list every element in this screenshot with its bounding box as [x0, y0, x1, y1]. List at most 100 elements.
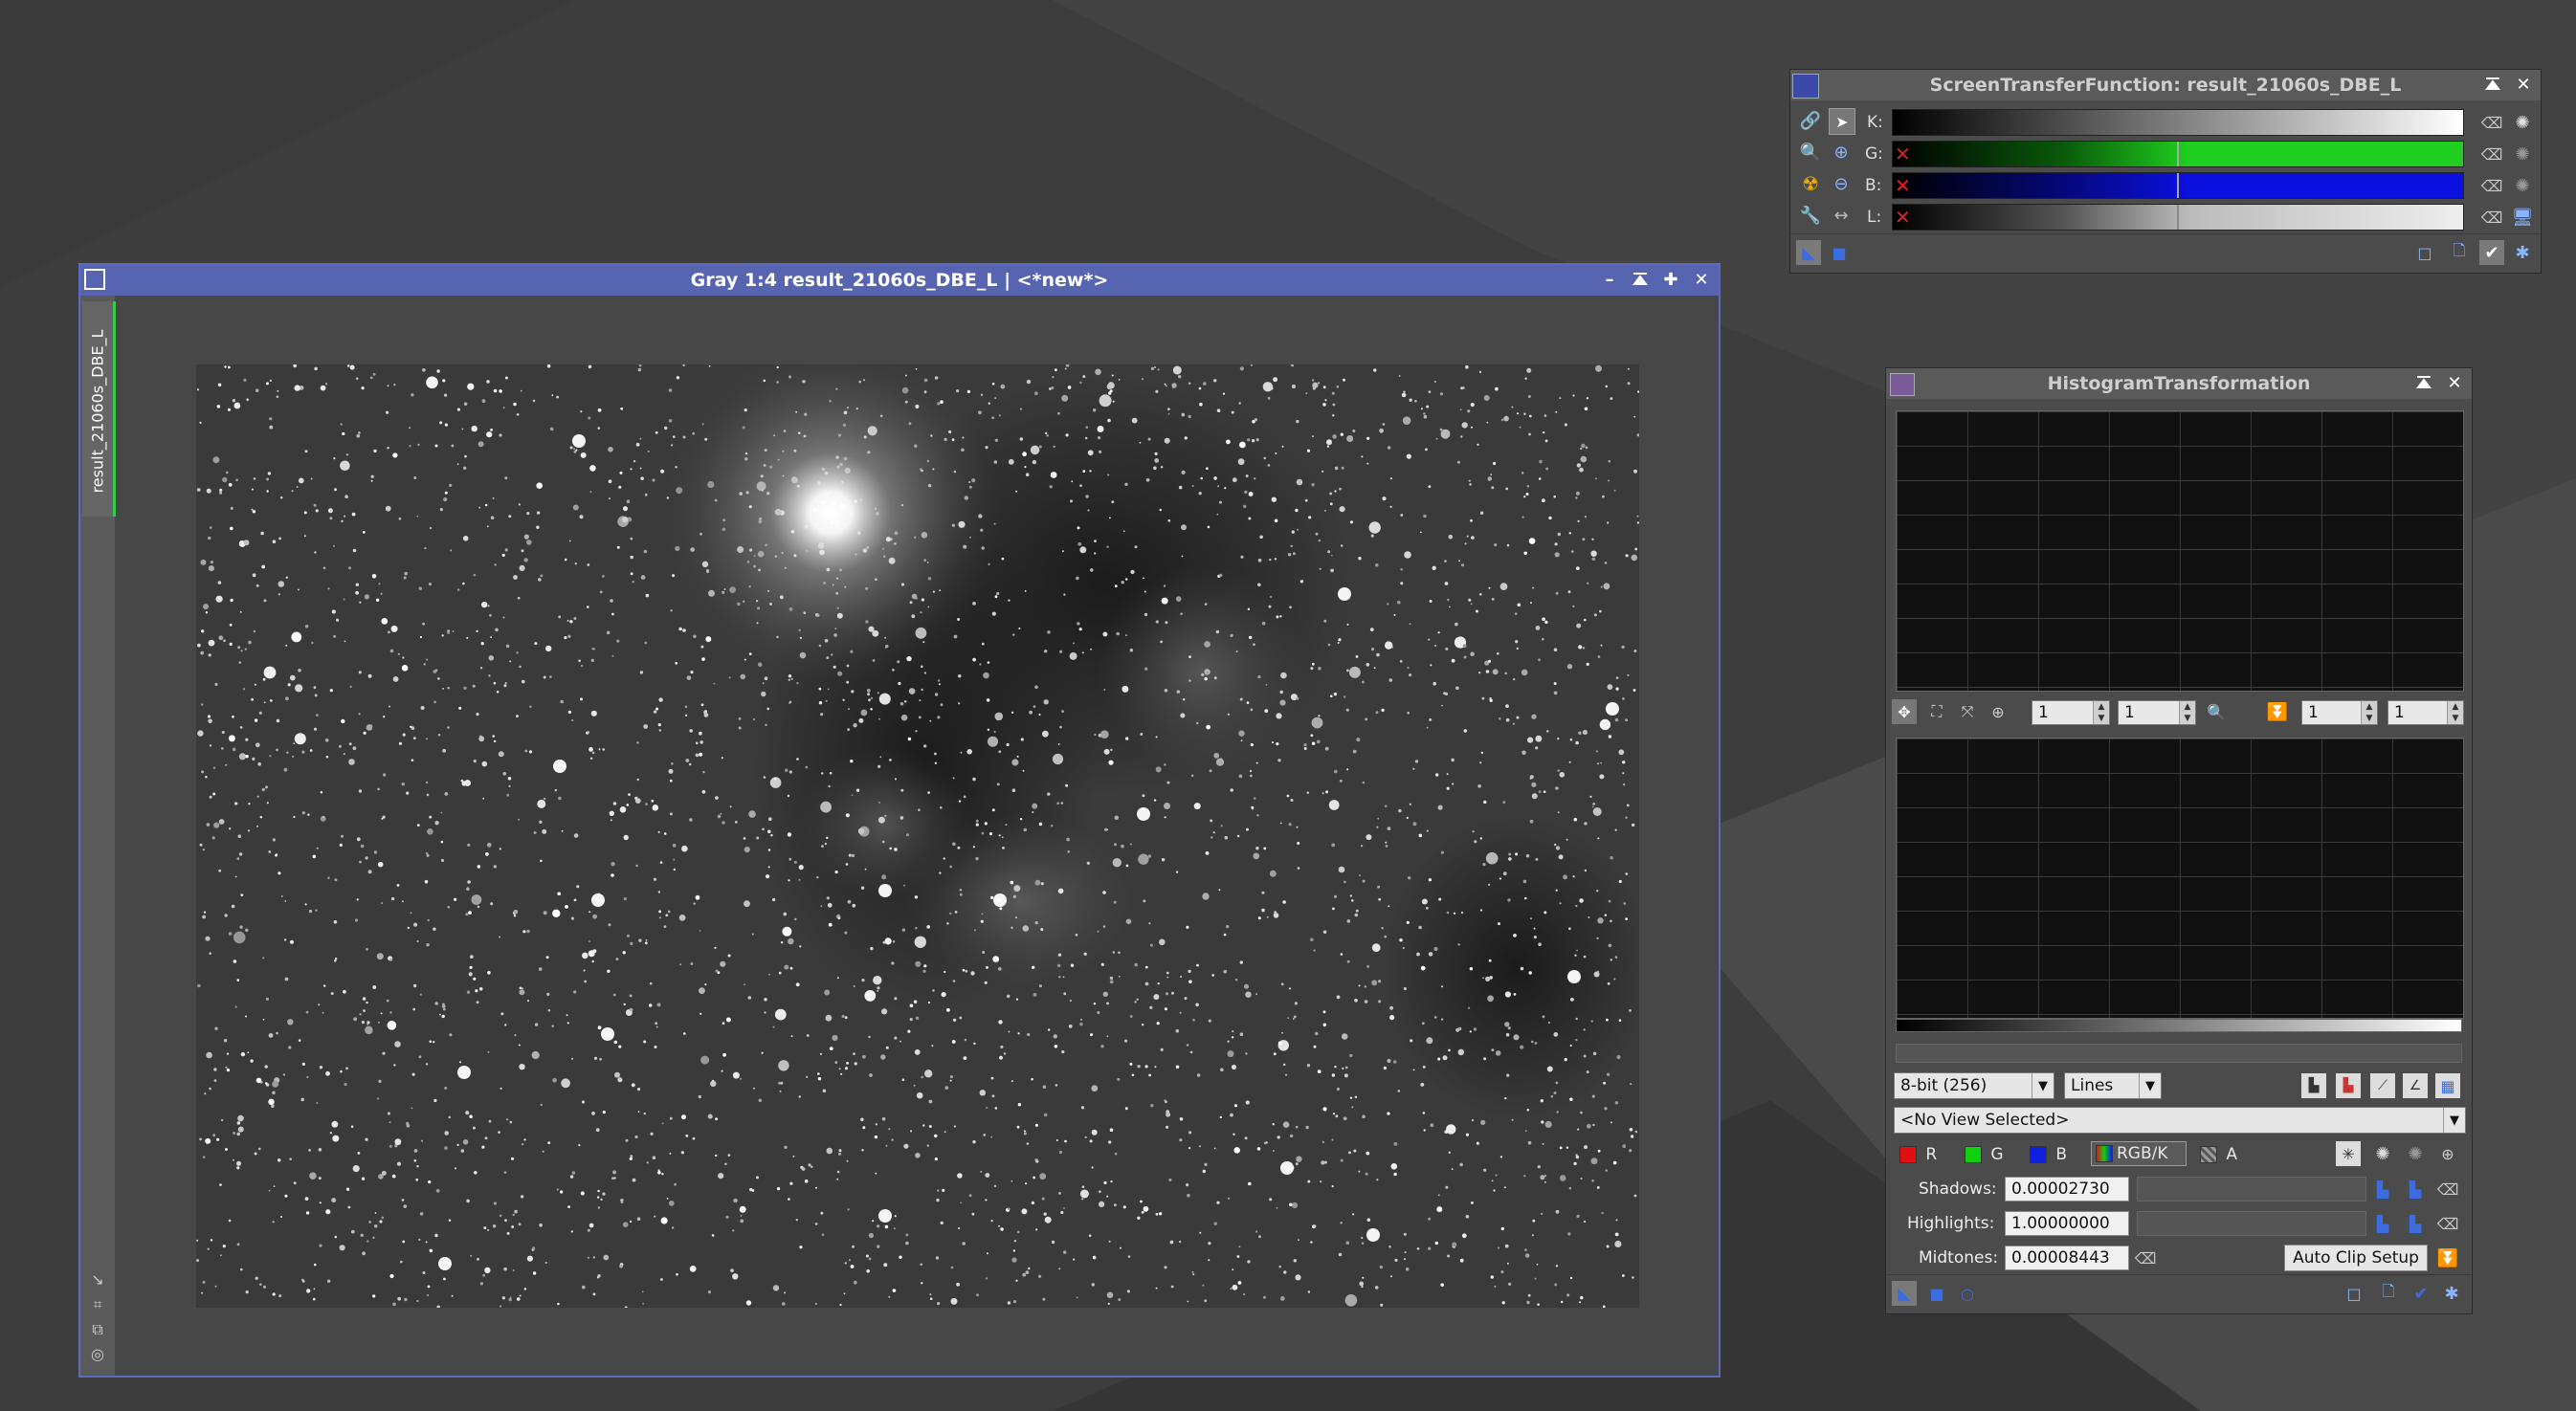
midtones-input[interactable]: 0.00008443: [2005, 1246, 2129, 1270]
chevrons-down-icon[interactable]: ⏬: [2435, 1246, 2460, 1270]
spin-arrows-icon[interactable]: ▲ ▼: [2179, 701, 2195, 724]
ht-window[interactable]: HistogramTransformation ✕ ✥ ⛶ ⤧ ⊕ 1 ▲ ▼ 1 ▲…: [1885, 367, 2473, 1314]
chevron-down-icon[interactable]: ▼: [2139, 1073, 2161, 1098]
histogram-mode-icon[interactable]: ▙: [2301, 1073, 2326, 1098]
channel-k-settings-icon[interactable]: ✺: [2510, 110, 2535, 135]
disabled-x-icon[interactable]: ✕: [1895, 142, 1911, 166]
output-h-zoom-spinbox[interactable]: 1 ▲ ▼: [2301, 700, 2378, 725]
image-window-icon[interactable]: [84, 269, 105, 290]
resolution-select[interactable]: 8-bit (256) ▼: [1894, 1072, 2054, 1099]
curve-icon[interactable]: ⟋: [2370, 1073, 2395, 1098]
highlights-slider[interactable]: [2137, 1211, 2366, 1236]
grid-icon[interactable]: ▦: [2435, 1073, 2460, 1098]
documentation-icon[interactable]: 🗋: [2447, 240, 2472, 265]
channel-a-checkbox[interactable]: A: [2200, 1145, 2237, 1164]
spin-arrows-icon[interactable]: ▲ ▼: [2093, 701, 2109, 724]
zoom-in-icon[interactable]: ⊕: [1829, 140, 1854, 165]
histogram-red-icon[interactable]: ▙: [2336, 1073, 2361, 1098]
output-v-zoom-spinbox[interactable]: 1 ▲ ▼: [2387, 700, 2464, 725]
spin-arrows-icon[interactable]: ▲ ▼: [2361, 701, 2377, 724]
pan-horizontal-icon[interactable]: ↔: [1829, 203, 1854, 228]
channel-b-settings-icon[interactable]: ✺: [2510, 173, 2535, 198]
view-select[interactable]: <No View Selected> ▼: [1894, 1107, 2466, 1134]
chevron-down-icon[interactable]: ▼: [2443, 1108, 2465, 1133]
maximize-icon[interactable]: ✚: [1659, 268, 1682, 291]
zoom-out-icon[interactable]: ⊖: [1829, 171, 1854, 196]
auto-highlights-icon[interactable]: ▙: [2370, 1211, 2395, 1236]
astronomical-image[interactable]: [196, 364, 1639, 1308]
channel-g-settings-icon[interactable]: ✺: [2510, 142, 2535, 166]
channel-settings-icon[interactable]: ✺: [2370, 1141, 2395, 1166]
preview-icon[interactable]: □: [2412, 240, 2437, 265]
reset-b-icon[interactable]: ⌫: [2479, 173, 2504, 198]
reset-g-icon[interactable]: ⌫: [2479, 142, 2504, 166]
image-window[interactable]: Gray 1:4 result_21060s_DBE_L | <*new*> –…: [78, 263, 1721, 1378]
gear-icon[interactable]: ✺: [2403, 1141, 2428, 1166]
fit-icon[interactable]: ⛶: [1924, 699, 1949, 724]
resize-icon[interactable]: ↘: [86, 1270, 109, 1295]
reset-k-icon[interactable]: ⌫: [2479, 110, 2504, 135]
channel-r-checkbox[interactable]: R: [1899, 1145, 1937, 1164]
preview-icon[interactable]: □: [2342, 1281, 2366, 1306]
highlights-input[interactable]: 1.00000000: [2005, 1211, 2129, 1236]
output-histogram-graph[interactable]: [1896, 738, 2464, 1019]
close-icon[interactable]: ✕: [2512, 73, 2535, 96]
channel-g-checkbox[interactable]: G: [1965, 1145, 2004, 1164]
image-window-titlebar[interactable]: Gray 1:4 result_21060s_DBE_L | <*new*> –…: [80, 265, 1719, 296]
chevrons-down-icon[interactable]: ⏬: [2265, 699, 2290, 724]
shadows-slider[interactable]: [2137, 1177, 2366, 1202]
target-icon[interactable]: ◎: [86, 1345, 109, 1370]
stf-b-midtone-marker[interactable]: [2177, 173, 2179, 198]
auto-stretch-icon[interactable]: ☢: [1798, 171, 1823, 196]
input-v-zoom-spinbox[interactable]: 1 ▲ ▼: [2118, 700, 2196, 725]
link-channels-icon[interactable]: 🔗: [1798, 108, 1823, 133]
zoom-icon[interactable]: 🔍: [2204, 699, 2229, 724]
reset-all-icon[interactable]: ✱: [2439, 1281, 2464, 1306]
chevron-down-icon[interactable]: ▼: [2032, 1073, 2054, 1098]
shade-icon[interactable]: [2481, 73, 2504, 96]
input-histogram-graph[interactable]: [1896, 410, 2464, 692]
target-icon[interactable]: ⊕: [2435, 1141, 2460, 1166]
minimize-icon[interactable]: –: [1598, 268, 1621, 291]
input-h-zoom-spinbox[interactable]: 1 ▲ ▼: [2032, 700, 2110, 725]
settings-wrench-icon[interactable]: 🔧: [1798, 203, 1823, 228]
shadows-input[interactable]: 0.00002730: [2005, 1177, 2129, 1202]
shade-icon[interactable]: [1629, 268, 1652, 291]
stf-g-slider[interactable]: ✕: [1892, 141, 2464, 167]
stf-k-slider[interactable]: [1892, 109, 2464, 136]
reset-shadows-icon[interactable]: ⌫: [2435, 1177, 2460, 1202]
stf-g-midtone-marker[interactable]: [2177, 142, 2179, 166]
transfer-curve-icon[interactable]: ∠: [2403, 1073, 2428, 1098]
reset-shadows-highlights-icon[interactable]: ✳: [2336, 1141, 2361, 1166]
stf-titlebar[interactable]: ScreenTransferFunction: result_21060s_DB…: [1790, 70, 2541, 100]
stf-l-midtone-marker[interactable]: [2177, 205, 2179, 230]
monitor-icon[interactable]: 🖥: [2510, 205, 2535, 230]
apply-global-icon[interactable]: ■: [1924, 1281, 1949, 1306]
ht-titlebar[interactable]: HistogramTransformation ✕: [1886, 368, 2472, 399]
disabled-x-icon[interactable]: ✕: [1895, 205, 1911, 230]
new-instance-icon[interactable]: ◣: [1892, 1281, 1917, 1306]
apply-global-icon[interactable]: ■: [1827, 240, 1852, 265]
auto-shadows-icon[interactable]: ▙: [2370, 1177, 2395, 1202]
real-time-preview-icon[interactable]: ○: [1955, 1281, 1980, 1306]
spin-arrows-icon[interactable]: ▲ ▼: [2447, 701, 2463, 724]
graph-style-select[interactable]: Lines ▼: [2064, 1072, 2162, 1099]
clone-icon[interactable]: ⧉: [86, 1320, 109, 1345]
close-icon[interactable]: ✕: [1690, 268, 1713, 291]
channel-b-checkbox[interactable]: B: [2030, 1145, 2067, 1164]
stf-b-slider[interactable]: ✕: [1892, 172, 2464, 199]
channel-rgbk-button[interactable]: RGB/K: [2091, 1141, 2187, 1166]
reset-all-icon[interactable]: ✱: [2510, 240, 2535, 265]
new-instance-icon[interactable]: ◣: [1796, 240, 1821, 265]
apply-check-icon[interactable]: ✔: [2409, 1281, 2433, 1306]
auto-shadows-all-icon[interactable]: ▙: [2403, 1177, 2428, 1202]
auto-clip-setup-button[interactable]: Auto Clip Setup: [2284, 1245, 2428, 1271]
stf-window[interactable]: ScreenTransferFunction: result_21060s_DB…: [1789, 69, 2542, 274]
zoom-icon[interactable]: 🔍: [1798, 140, 1823, 165]
crosshair-icon[interactable]: ⊕: [1986, 699, 2010, 724]
zoom-out-arrows-icon[interactable]: ⤧: [1955, 699, 1980, 724]
shade-icon[interactable]: [2412, 371, 2435, 394]
fit-icon[interactable]: ⌗: [86, 1295, 109, 1320]
view-identifier-tab[interactable]: result_21060s_DBE_L: [82, 301, 116, 517]
stf-l-slider[interactable]: ✕: [1892, 204, 2464, 231]
